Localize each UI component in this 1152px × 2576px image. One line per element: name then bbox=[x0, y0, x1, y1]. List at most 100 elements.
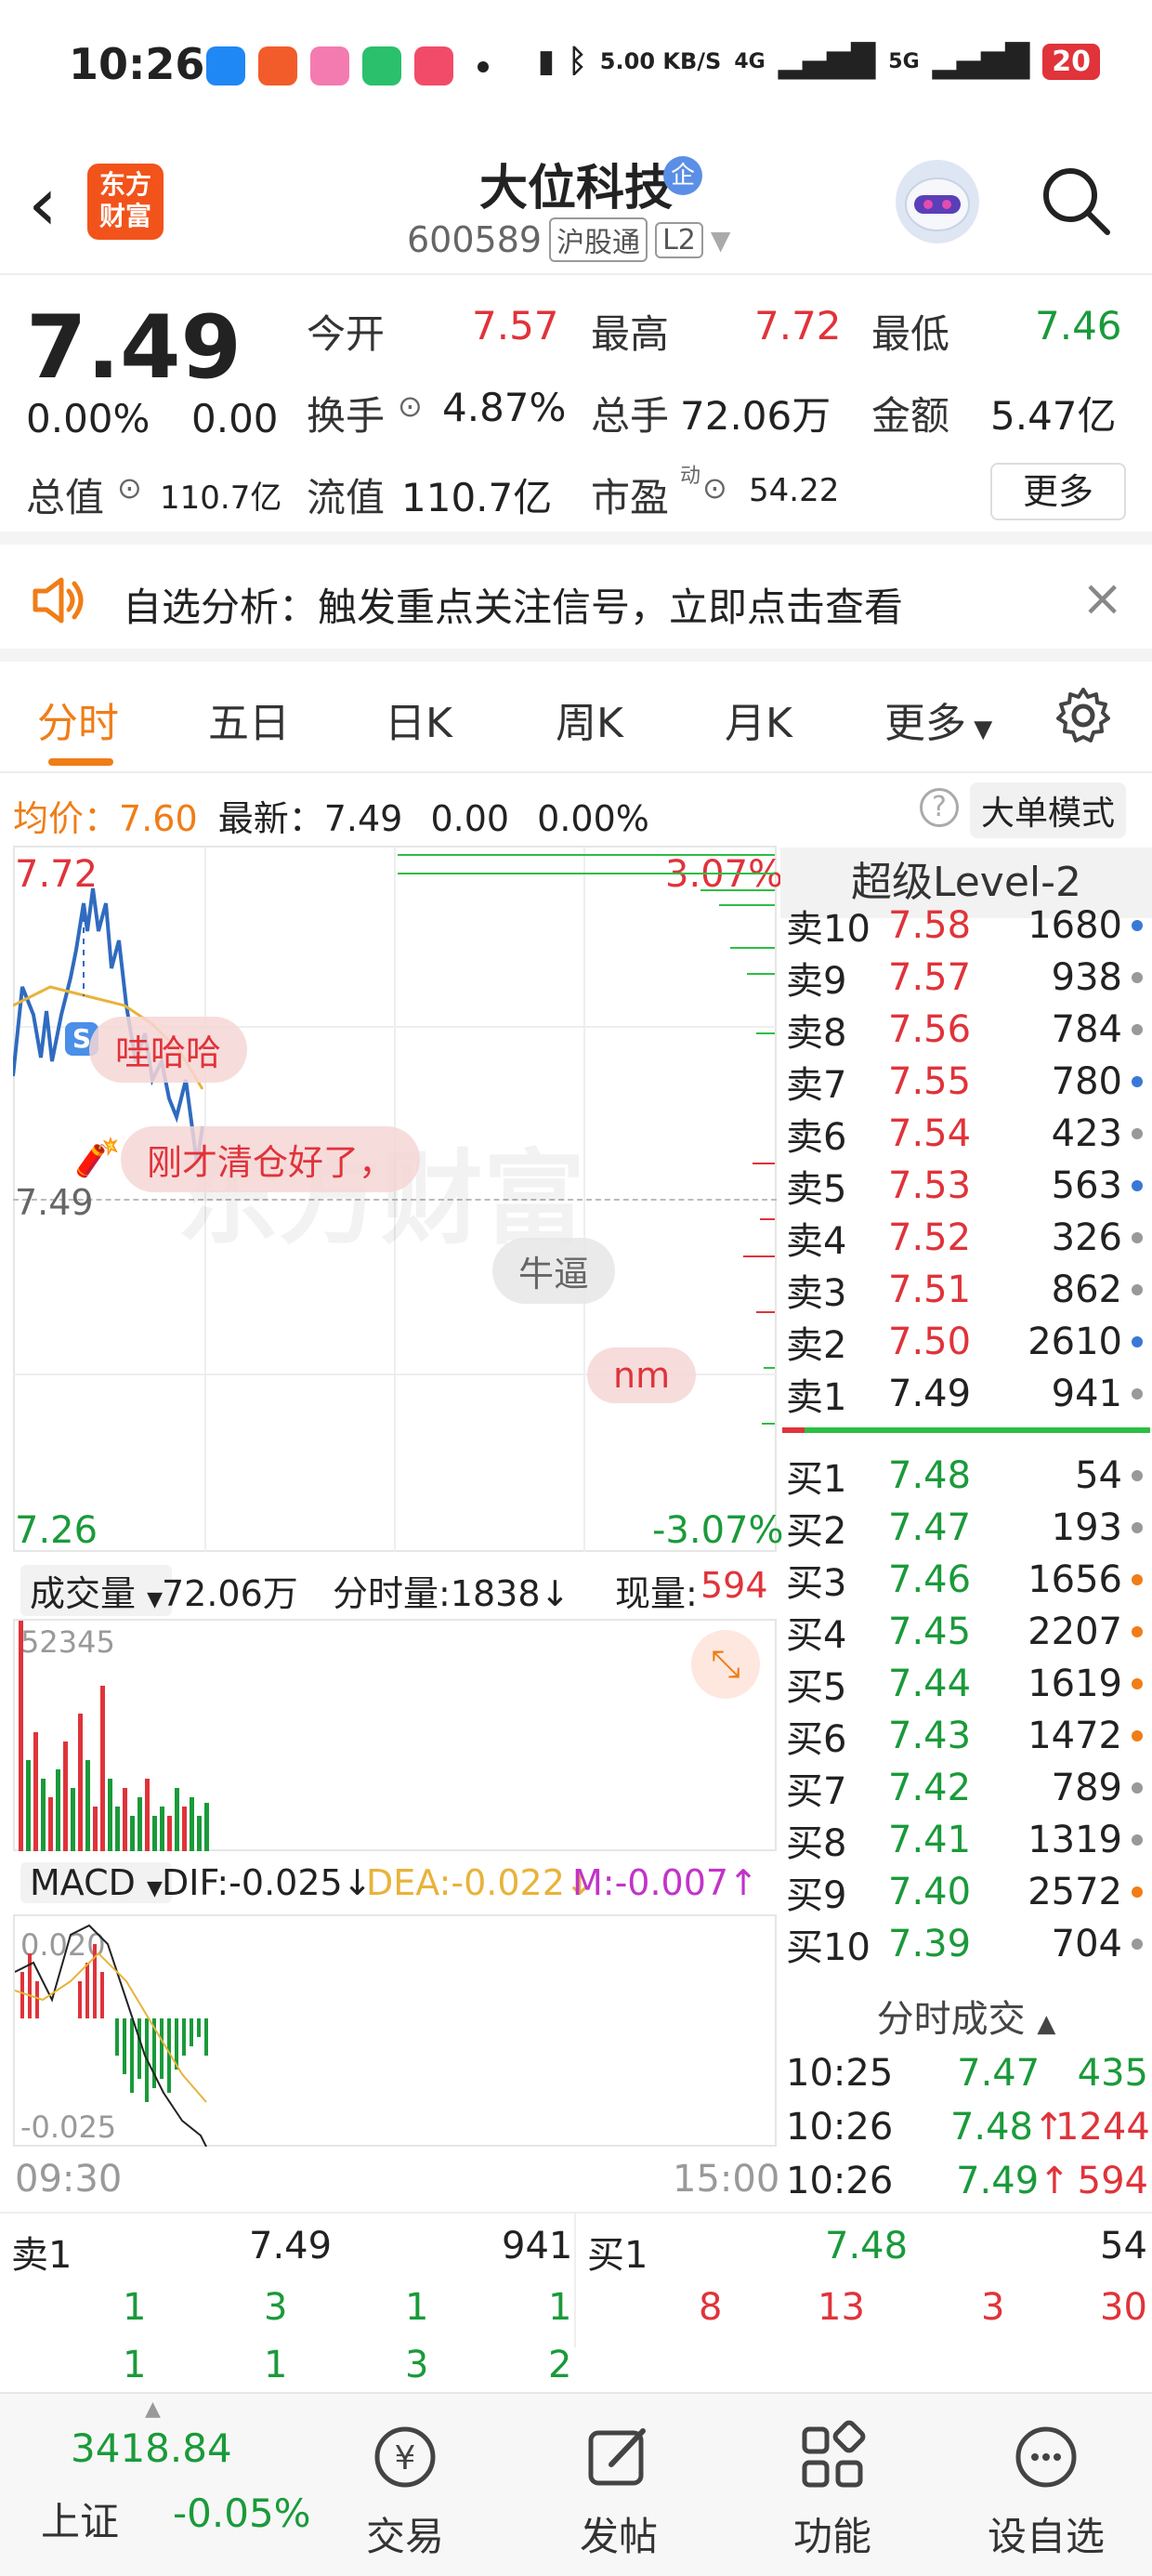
ask-row[interactable]: 卖8 7.56 784 bbox=[786, 1004, 1148, 1056]
close-icon[interactable]: × bbox=[1081, 569, 1123, 627]
add-watchlist-icon[interactable] bbox=[1009, 2420, 1083, 2494]
bid-row[interactable]: 买5 7.44 1619 bbox=[786, 1658, 1148, 1710]
total-volume: 72.06万 bbox=[162, 1573, 298, 1614]
tick-row: 10:25 7.47 435 bbox=[786, 2052, 1148, 2095]
bid-row[interactable]: 买3 7.46 1656 bbox=[786, 1554, 1148, 1606]
order-dot-icon bbox=[1132, 1782, 1143, 1794]
bid-row[interactable]: 买6 7.43 1472 bbox=[786, 1710, 1148, 1762]
bid-row[interactable]: 买9 7.40 2572 bbox=[786, 1866, 1148, 1918]
ask-volume: 563 bbox=[1051, 1164, 1122, 1207]
ask-price: 7.53 bbox=[888, 1164, 972, 1207]
post-edit-icon[interactable] bbox=[582, 2420, 656, 2494]
nav-functions[interactable]: 功能 bbox=[767, 2505, 897, 2562]
bid-volume: 1319 bbox=[1028, 1819, 1122, 1861]
ticks-header[interactable]: 分时成交 ▲ bbox=[780, 1989, 1152, 2043]
ask-volume: 326 bbox=[1051, 1216, 1122, 1259]
svg-text:¥: ¥ bbox=[395, 2439, 416, 2477]
search-icon[interactable] bbox=[1039, 164, 1113, 238]
battery-icon: 20 bbox=[1042, 43, 1100, 80]
queue-cell: 1 bbox=[123, 2286, 147, 2329]
order-dot-icon bbox=[1132, 1076, 1143, 1087]
more-quote-button[interactable]: 更多 bbox=[990, 463, 1126, 520]
interval-volume: 分时量:1838↓ bbox=[333, 1573, 570, 1614]
ask-level-label: 卖2 bbox=[786, 1324, 847, 1367]
ask-row[interactable]: 卖6 7.54 423 bbox=[786, 1108, 1148, 1160]
info-icon[interactable]: ⊙ bbox=[117, 470, 142, 506]
tab-daily-k[interactable]: 日K bbox=[385, 690, 452, 749]
tick-volume: 594 bbox=[1077, 2160, 1148, 2202]
macd-selector[interactable]: MACD ▼ bbox=[20, 1862, 172, 1903]
bid-volume: 704 bbox=[1051, 1923, 1122, 1965]
index-expand-icon[interactable]: ▲ bbox=[145, 2398, 161, 2421]
info-icon[interactable]: ⊙ bbox=[398, 388, 423, 424]
bid-row[interactable]: 买10 7.39 704 bbox=[786, 1918, 1148, 1970]
macd-dea: DEA:-0.022↓ bbox=[366, 1862, 595, 1903]
ask-row[interactable]: 卖9 7.57 938 bbox=[786, 952, 1148, 1004]
ask-price: 7.49 bbox=[888, 1373, 972, 1415]
ask-row[interactable]: 卖3 7.51 862 bbox=[786, 1264, 1148, 1316]
nav-post[interactable]: 发帖 bbox=[554, 2505, 684, 2562]
volume-value: 72.06万 bbox=[680, 393, 831, 439]
comment-bubble[interactable]: nm bbox=[587, 1347, 697, 1403]
settings-gear-icon[interactable] bbox=[1054, 686, 1113, 749]
info-icon[interactable]: ⊙ bbox=[702, 470, 727, 506]
price-line-chart bbox=[13, 854, 775, 1425]
expand-icon[interactable]: ⤡ bbox=[691, 1630, 760, 1699]
order-dot-icon bbox=[1132, 1388, 1143, 1400]
queue-cell: 2 bbox=[548, 2344, 572, 2386]
bid-level-label: 买10 bbox=[786, 1926, 871, 1969]
bid-price: 7.41 bbox=[888, 1819, 972, 1861]
bid-level-label: 买6 bbox=[786, 1718, 847, 1761]
volume-selector[interactable]: 成交量 ▼ bbox=[20, 1565, 173, 1616]
bid-row[interactable]: 买8 7.41 1319 bbox=[786, 1814, 1148, 1866]
nav-trade[interactable]: 交易 bbox=[340, 2505, 470, 2562]
low-label: 最低 bbox=[871, 311, 950, 357]
ask-row[interactable]: 卖4 7.52 326 bbox=[786, 1212, 1148, 1264]
bid-row[interactable]: 买4 7.45 2207 bbox=[786, 1606, 1148, 1658]
ask-row[interactable]: 卖2 7.50 2610 bbox=[786, 1316, 1148, 1368]
tab-weekly-k[interactable]: 周K bbox=[556, 690, 623, 749]
analysis-banner[interactable]: 自选分析：触发重点关注信号，立即点击查看 × bbox=[0, 545, 1152, 662]
tab-five-day[interactable]: 五日 bbox=[208, 690, 290, 749]
tab-monthly-k[interactable]: 月K bbox=[725, 690, 792, 749]
clock: 10:26 bbox=[69, 39, 205, 89]
mktcap-value: 110.7亿 bbox=[160, 480, 282, 517]
help-icon[interactable]: ? bbox=[920, 788, 959, 827]
comment-bubble[interactable]: 牛逼 bbox=[492, 1238, 616, 1304]
signal-icon: ▂▄▆█ bbox=[778, 43, 876, 80]
latest-change-pct: 0.00% bbox=[537, 798, 649, 839]
ask-row[interactable]: 卖1 7.49 941 bbox=[786, 1368, 1148, 1420]
ask-row[interactable]: 卖10 7.58 1680 bbox=[786, 900, 1148, 952]
index-value[interactable]: 3418.84 bbox=[71, 2425, 232, 2471]
big-order-mode-button[interactable]: 大单模式 bbox=[970, 782, 1127, 838]
music-app-icon bbox=[414, 46, 453, 85]
comment-bubble[interactable]: 哇哈哈 bbox=[89, 1017, 248, 1083]
latest-label: 最新： bbox=[217, 798, 324, 839]
robot-assistant-avatar[interactable] bbox=[896, 160, 979, 243]
bid-row[interactable]: 买7 7.42 789 bbox=[786, 1762, 1148, 1814]
nav-add-watchlist[interactable]: 设自选 bbox=[981, 2505, 1111, 2562]
bid-price: 7.46 bbox=[888, 1558, 972, 1601]
bid-row[interactable]: 买2 7.47 193 bbox=[786, 1502, 1148, 1554]
tick-volume: 435 bbox=[1077, 2052, 1148, 2095]
current-volume-value: 594 bbox=[700, 1565, 768, 1606]
level1-ask-price: 7.49 bbox=[249, 2225, 333, 2267]
bid-volume: 789 bbox=[1051, 1767, 1122, 1809]
order-dot-icon bbox=[1132, 1284, 1143, 1295]
ask-row[interactable]: 卖7 7.55 780 bbox=[786, 1056, 1148, 1108]
level1-bid-label: 买1 bbox=[587, 2234, 648, 2277]
bid-level-label: 买8 bbox=[786, 1822, 847, 1865]
bid-row[interactable]: 买1 7.48 54 bbox=[786, 1450, 1148, 1502]
trade-icon[interactable]: ¥ bbox=[368, 2420, 442, 2494]
order-dot-icon bbox=[1132, 1336, 1143, 1347]
functions-grid-icon[interactable] bbox=[795, 2420, 870, 2494]
comment-bubble[interactable]: 刚才清仓好了， bbox=[121, 1126, 421, 1192]
tab-intraday[interactable]: 分时 bbox=[37, 690, 119, 749]
turnover-value: 4.87% bbox=[442, 385, 567, 430]
order-dot-icon bbox=[1132, 1128, 1143, 1139]
tick-price: 7.49 bbox=[956, 2160, 1040, 2202]
ask-row[interactable]: 卖5 7.53 563 bbox=[786, 1160, 1148, 1212]
tab-more[interactable]: 更多 ▼ bbox=[884, 690, 992, 749]
stock-code-row[interactable]: 600589 沪股通 L2 ▼ bbox=[407, 217, 730, 262]
banner-text: 自选分析：触发重点关注信号，立即点击查看 bbox=[123, 585, 904, 630]
